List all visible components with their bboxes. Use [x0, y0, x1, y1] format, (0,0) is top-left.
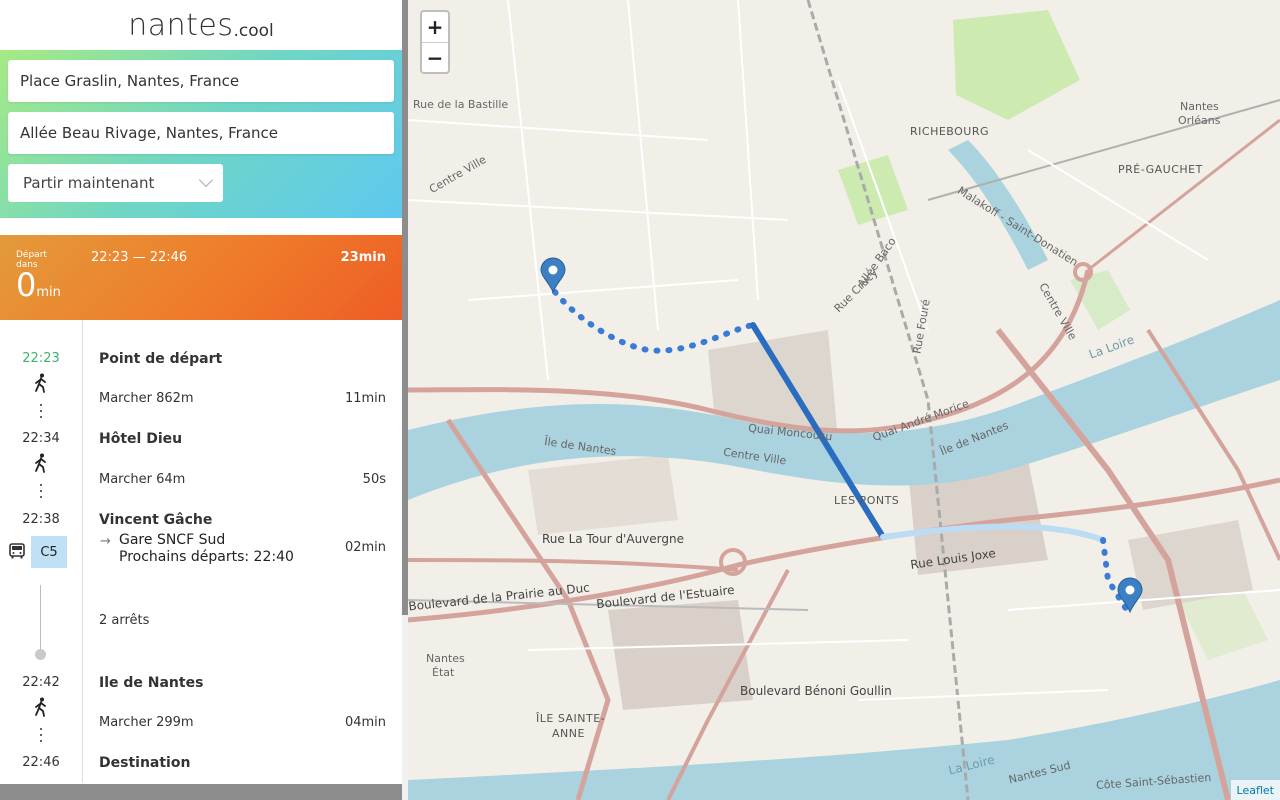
road [1087, 118, 1280, 272]
time-stop-1: 22:34 [22, 431, 60, 446]
map-canvas[interactable] [408, 0, 1280, 800]
map-label: PRÉ-GAUCHET [1118, 163, 1203, 176]
road [408, 558, 739, 572]
building-block [528, 455, 678, 535]
map-label: Rue de la Bastille [413, 98, 509, 111]
map-label: Nantes [426, 652, 465, 665]
destination-marker[interactable] [1117, 577, 1143, 614]
map-label: ÎLE SAINTE- [536, 712, 606, 725]
map-label: Orléans [1178, 114, 1221, 127]
step-stop-2-name: Vincent Gâche [99, 512, 213, 528]
line-badge-c5[interactable]: C5 [31, 536, 67, 568]
time-end: 22:46 [22, 755, 60, 770]
trip-summary[interactable]: Départ dans 0min 22:23 — 22:46 23min [0, 235, 402, 320]
bus-duration: 02min [344, 540, 386, 555]
horizontal-scrollbar[interactable] [0, 784, 402, 800]
stops-count[interactable]: 2 arrêts [99, 613, 149, 628]
search-panel: Place Graslin, Nantes, France Allée Beau… [0, 50, 402, 218]
walk-icon [35, 697, 46, 717]
bus-stops-toggle[interactable] [35, 649, 46, 660]
attribution-link[interactable]: Leaflet [1230, 780, 1280, 800]
walk-route-1 [552, 289, 756, 354]
logo-suffix: .cool [233, 21, 274, 41]
trip-times: 22:23 — 22:46 [91, 250, 188, 265]
trip-duration: 23min [340, 250, 386, 265]
step-stop-3-name: Ile de Nantes [99, 675, 204, 691]
step-destination: Destination [99, 755, 191, 771]
itinerary-steps: 22:23 Point de départ Marcher 862m 11min… [0, 320, 402, 783]
map-label: État [432, 666, 455, 679]
map-label: Nantes [1180, 100, 1219, 113]
canal [948, 140, 1048, 270]
step-walk-3: Marcher 299m [99, 715, 194, 730]
origin-field[interactable]: Place Graslin, Nantes, France [8, 60, 394, 102]
depart-value: 0 [16, 266, 37, 304]
step-walk-1-duration: 11min [344, 391, 386, 406]
departure-time-select[interactable]: Partir maintenant [8, 164, 223, 202]
time-start: 22:23 [22, 351, 60, 366]
next-departures: Prochains départs: 22:40 [119, 549, 294, 565]
spacer [0, 218, 402, 235]
zoom-in-button[interactable]: + [422, 12, 448, 42]
step-start-name: Point de départ [99, 351, 223, 367]
map[interactable]: RICHEBOURG PRÉ-GAUCHET Nantes Orléans Ru… [408, 0, 1280, 800]
dots-connector [39, 728, 43, 746]
zoom-out-button[interactable]: − [422, 42, 448, 72]
dots-connector [39, 404, 43, 422]
step-stop-1-name: Hôtel Dieu [99, 431, 183, 447]
dots-connector [39, 484, 43, 502]
step-walk-2-duration: 50s [362, 472, 386, 487]
time-stop-2: 22:38 [22, 512, 60, 527]
walk-icon [35, 453, 46, 473]
bus-track [40, 585, 41, 653]
sidebar: nantes .cool Place Graslin, Nantes, Franc… [0, 0, 402, 800]
park [953, 10, 1080, 120]
map-label: Boulevard Bénoni Goullin [740, 684, 892, 698]
time-stop-3: 22:42 [22, 675, 60, 690]
map-label: LES PONTS [834, 494, 900, 507]
map-label: Rue La Tour d'Auvergne [542, 532, 684, 546]
park [838, 155, 908, 225]
chevron-down-icon [198, 172, 214, 188]
depart-countdown: 0min [16, 269, 61, 309]
step-walk-2: Marcher 64m [99, 472, 186, 487]
arrow-right-icon: → [100, 534, 111, 549]
bus-direction: Gare SNCF Sud [119, 532, 226, 548]
logo[interactable]: nantes .cool [0, 0, 402, 50]
app: nantes .cool Place Graslin, Nantes, Franc… [0, 0, 1280, 800]
railway [927, 99, 1280, 201]
step-walk-1: Marcher 862m [99, 391, 194, 406]
map-label: RICHEBOURG [910, 125, 990, 138]
bus-icon [9, 543, 25, 559]
map-label: ANNE [552, 727, 585, 740]
departure-time-value: Partir maintenant [23, 174, 155, 192]
divider [82, 320, 83, 783]
origin-marker[interactable] [540, 257, 566, 294]
zoom-control: + − [420, 10, 450, 74]
building-block [608, 600, 753, 710]
depart-unit: min [36, 285, 61, 300]
destination-field[interactable]: Allée Beau Rivage, Nantes, France [8, 112, 394, 154]
logo-text: nantes [128, 7, 234, 43]
step-walk-3-duration: 04min [344, 715, 386, 730]
walk-icon [35, 373, 46, 393]
